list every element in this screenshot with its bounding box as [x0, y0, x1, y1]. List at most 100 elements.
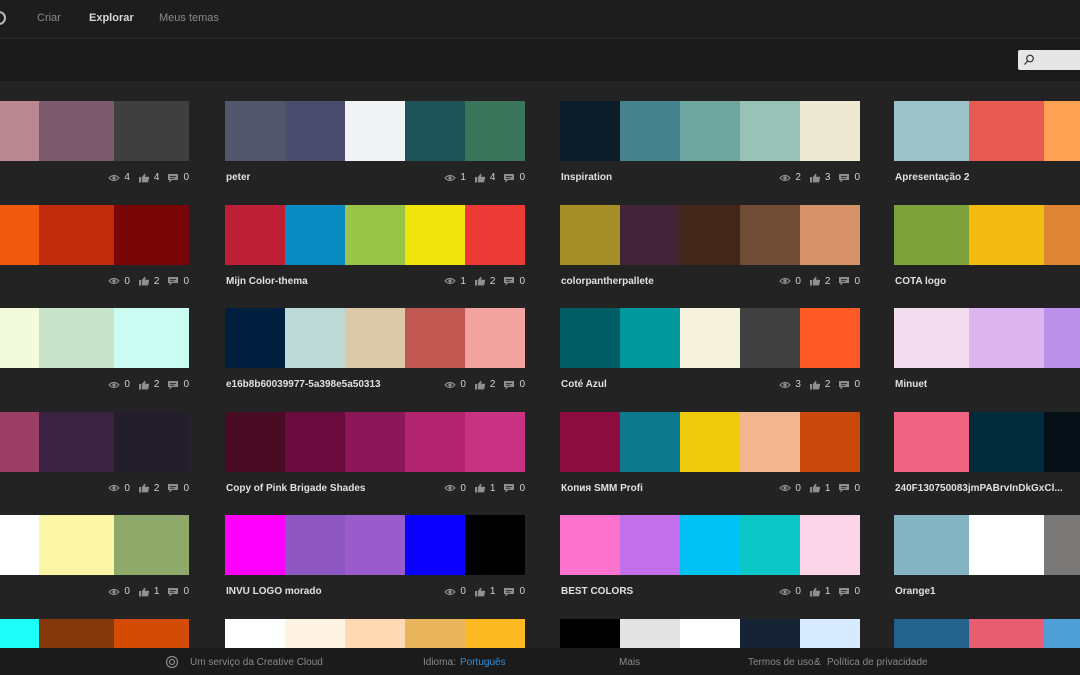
- theme-swatches[interactable]: [560, 204, 860, 265]
- theme-card[interactable]: 4 4 0: [0, 81, 189, 183]
- theme-swatches[interactable]: [894, 308, 1080, 368]
- theme-swatches[interactable]: [0, 618, 189, 648]
- color-swatch[interactable]: [345, 618, 405, 648]
- color-swatch[interactable]: [740, 411, 800, 472]
- theme-card[interactable]: BEST COLORS 0 1 0: [560, 495, 860, 597]
- color-swatch[interactable]: [894, 411, 969, 472]
- theme-card[interactable]: 0 2 0: [0, 288, 189, 390]
- color-swatch[interactable]: [1044, 618, 1080, 648]
- theme-swatches[interactable]: [225, 101, 525, 161]
- theme-card[interactable]: 0 1 0: [0, 495, 189, 597]
- color-swatch[interactable]: [225, 101, 285, 161]
- color-swatch[interactable]: [969, 101, 1044, 161]
- theme-swatches[interactable]: [0, 101, 189, 161]
- likes-stat[interactable]: 1: [474, 586, 495, 597]
- color-swatch[interactable]: [465, 101, 525, 161]
- color-swatch[interactable]: [114, 515, 189, 575]
- likes-stat[interactable]: 2: [474, 276, 495, 287]
- color-swatch[interactable]: [620, 515, 680, 575]
- color-swatch[interactable]: [39, 308, 114, 368]
- color-swatch[interactable]: [1044, 411, 1080, 472]
- color-swatch[interactable]: [465, 411, 525, 472]
- likes-stat[interactable]: 4: [138, 172, 159, 183]
- color-swatch[interactable]: [345, 411, 405, 472]
- theme-title[interactable]: 240F130750083jmPABrvInDkGxCl...: [895, 483, 1063, 494]
- theme-card[interactable]: e16b8b60039977-5a398e5a50313 0 2 0: [225, 288, 525, 390]
- nav-my-themes[interactable]: Meus temas: [159, 12, 219, 24]
- theme-card[interactable]: INVU LOGO morado 0 1 0: [225, 495, 525, 597]
- likes-stat[interactable]: 2: [809, 276, 830, 287]
- theme-swatches[interactable]: [225, 515, 525, 575]
- theme-card[interactable]: Coté Azul 3 2 0: [560, 288, 860, 390]
- color-swatch[interactable]: [39, 204, 114, 265]
- color-swatch[interactable]: [969, 411, 1044, 472]
- color-swatch[interactable]: [894, 308, 969, 368]
- likes-stat[interactable]: 1: [474, 483, 495, 494]
- theme-card[interactable]: [894, 599, 1080, 648]
- color-swatch[interactable]: [225, 411, 285, 472]
- app-logo-icon[interactable]: [0, 11, 6, 25]
- color-swatch[interactable]: [560, 515, 620, 575]
- theme-card[interactable]: 240F130750083jmPABrvInDkGxCl...: [894, 392, 1080, 494]
- color-swatch[interactable]: [1044, 308, 1080, 368]
- color-swatch[interactable]: [894, 204, 969, 265]
- color-swatch[interactable]: [285, 204, 345, 265]
- color-swatch[interactable]: [740, 515, 800, 575]
- theme-title[interactable]: e16b8b60039977-5a398e5a50313: [226, 379, 381, 390]
- color-swatch[interactable]: [114, 204, 189, 265]
- theme-card[interactable]: [560, 599, 860, 648]
- nav-create[interactable]: Criar: [37, 12, 61, 24]
- color-swatch[interactable]: [39, 515, 114, 575]
- color-swatch[interactable]: [405, 411, 465, 472]
- color-swatch[interactable]: [39, 618, 114, 648]
- color-swatch[interactable]: [680, 618, 740, 648]
- theme-card[interactable]: Mijn Color-thema 1 2 0: [225, 185, 525, 287]
- color-swatch[interactable]: [969, 618, 1044, 648]
- theme-title[interactable]: colorpantherpallete: [561, 276, 654, 287]
- color-swatch[interactable]: [39, 411, 114, 472]
- color-swatch[interactable]: [800, 308, 860, 368]
- color-swatch[interactable]: [225, 308, 285, 368]
- color-swatch[interactable]: [0, 204, 39, 265]
- color-swatch[interactable]: [225, 204, 285, 265]
- color-swatch[interactable]: [225, 515, 285, 575]
- theme-swatches[interactable]: [225, 411, 525, 472]
- color-swatch[interactable]: [405, 308, 465, 368]
- color-swatch[interactable]: [0, 308, 39, 368]
- theme-title[interactable]: Apresentação 2: [895, 172, 969, 183]
- color-swatch[interactable]: [0, 515, 39, 575]
- theme-title[interactable]: INVU LOGO morado: [226, 586, 322, 597]
- color-swatch[interactable]: [894, 101, 969, 161]
- color-swatch[interactable]: [800, 411, 860, 472]
- color-swatch[interactable]: [405, 101, 465, 161]
- theme-title[interactable]: Copy of Pink Brigade Shades: [226, 483, 365, 494]
- color-swatch[interactable]: [680, 308, 740, 368]
- color-swatch[interactable]: [560, 308, 620, 368]
- theme-card[interactable]: [225, 599, 525, 648]
- theme-swatches[interactable]: [560, 411, 860, 472]
- color-swatch[interactable]: [740, 618, 800, 648]
- theme-card[interactable]: 0 2 0: [0, 185, 189, 287]
- theme-card[interactable]: Apresentação 2: [894, 81, 1080, 183]
- color-swatch[interactable]: [1044, 101, 1080, 161]
- likes-stat[interactable]: 2: [138, 483, 159, 494]
- color-swatch[interactable]: [285, 618, 345, 648]
- color-swatch[interactable]: [560, 101, 620, 161]
- theme-swatches[interactable]: [560, 101, 860, 161]
- theme-swatches[interactable]: [0, 411, 189, 472]
- color-swatch[interactable]: [894, 515, 969, 575]
- theme-card[interactable]: [0, 599, 189, 648]
- color-swatch[interactable]: [969, 308, 1044, 368]
- terms-link[interactable]: Termos de uso: [748, 657, 814, 668]
- color-swatch[interactable]: [465, 308, 525, 368]
- color-swatch[interactable]: [620, 308, 680, 368]
- color-swatch[interactable]: [405, 204, 465, 265]
- color-swatch[interactable]: [225, 618, 285, 648]
- theme-card[interactable]: colorpantherpallete 0 2 0: [560, 185, 860, 287]
- theme-swatches[interactable]: [0, 515, 189, 575]
- likes-stat[interactable]: 1: [809, 483, 830, 494]
- color-swatch[interactable]: [345, 308, 405, 368]
- color-swatch[interactable]: [800, 618, 860, 648]
- color-swatch[interactable]: [620, 411, 680, 472]
- color-swatch[interactable]: [465, 515, 525, 575]
